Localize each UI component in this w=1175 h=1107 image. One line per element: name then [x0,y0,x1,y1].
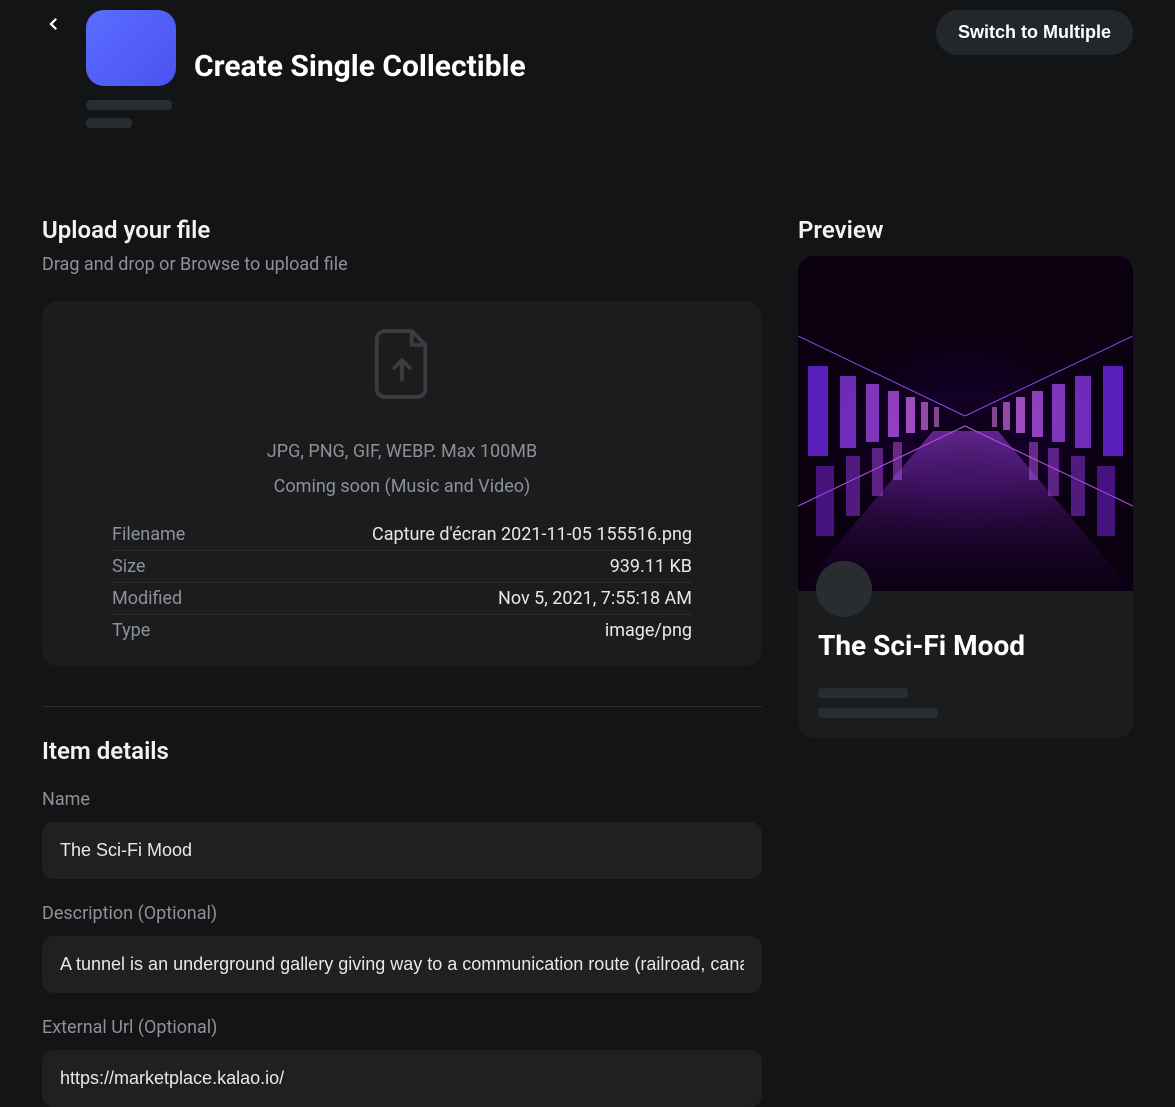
meta-value: 939.11 KB [610,556,692,577]
table-row: Size 939.11 KB [112,551,692,583]
external-url-input[interactable] [42,1050,762,1107]
meta-label: Modified [112,588,182,609]
preview-image [798,256,1133,591]
preview-placeholder-line [818,688,908,698]
meta-value: image/png [605,620,692,641]
switch-to-multiple-button[interactable]: Switch to Multiple [936,10,1133,55]
name-label: Name [42,789,762,810]
upload-section-title: Upload your file [42,216,762,244]
description-input[interactable] [42,936,762,993]
table-row: Type image/png [112,615,692,646]
preview-card: The Sci-Fi Mood [798,256,1133,738]
item-details-title: Item details [42,737,762,765]
meta-value: Capture d'écran 2021-11-05 155516.png [372,524,692,545]
table-row: Filename Capture d'écran 2021-11-05 1555… [112,519,692,551]
page-title: Create Single Collectible [194,49,526,86]
name-input[interactable] [42,822,762,879]
section-divider [42,706,762,707]
meta-label: Type [112,620,150,641]
avatar [816,561,872,617]
external-url-label: External Url (Optional) [42,1017,762,1038]
header: Create Single Collectible Switch to Mult… [42,10,1133,128]
meta-label: Size [112,556,145,577]
back-button[interactable] [42,12,66,36]
upload-file-icon [371,327,433,401]
brand-square [86,10,176,86]
preview-section-title: Preview [798,216,1133,244]
chevron-left-icon [45,15,63,33]
meta-value: Nov 5, 2021, 7:55:18 AM [498,588,692,609]
upload-coming-soon-text: Coming soon (Music and Video) [112,476,692,497]
preview-placeholder-line [818,708,938,718]
upload-dropzone[interactable]: JPG, PNG, GIF, WEBP. Max 100MB Coming so… [42,301,762,666]
file-meta-table: Filename Capture d'écran 2021-11-05 1555… [112,519,692,646]
table-row: Modified Nov 5, 2021, 7:55:18 AM [112,583,692,615]
preview-title: The Sci-Fi Mood [818,629,1113,662]
meta-label: Filename [112,524,185,545]
byline-placeholder [86,100,526,128]
description-label: Description (Optional) [42,903,762,924]
upload-subtext: Drag and drop or Browse to upload file [42,254,762,275]
upload-formats-text: JPG, PNG, GIF, WEBP. Max 100MB [112,441,692,462]
